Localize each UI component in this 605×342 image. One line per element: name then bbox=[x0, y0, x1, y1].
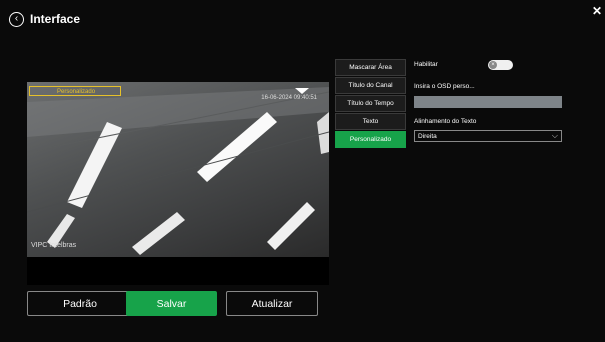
close-icon[interactable]: ✕ bbox=[592, 4, 602, 18]
refresh-button[interactable]: Atualizar bbox=[226, 291, 318, 316]
osd-timestamp[interactable]: 16-06-2024 09:40:51 bbox=[261, 95, 317, 101]
video-preview: Personalizado 16-06-2024 09:40:51 VIPC I… bbox=[27, 82, 329, 285]
tab-custom[interactable]: Personalizado bbox=[335, 131, 406, 148]
chevron-down-icon: ⌵ bbox=[551, 131, 558, 140]
osd-text-input[interactable] bbox=[414, 96, 562, 108]
page-title: Interface bbox=[30, 12, 81, 26]
tab-mask-area[interactable]: Mascarar Área bbox=[335, 59, 406, 76]
text-alignment-value: Direita bbox=[418, 132, 437, 140]
overlay-tabs: Mascarar Área Título do Canal Título do … bbox=[335, 59, 406, 149]
tab-text[interactable]: Texto bbox=[335, 113, 406, 130]
tab-time-title[interactable]: Título do Tempo bbox=[335, 95, 406, 112]
default-button[interactable]: Padrão bbox=[27, 291, 133, 316]
camera-image: Personalizado 16-06-2024 09:40:51 VIPC I… bbox=[27, 82, 329, 257]
osd-channel-name[interactable]: VIPC Intelbras bbox=[31, 242, 76, 249]
save-button[interactable]: Salvar bbox=[126, 291, 217, 316]
text-alignment-label: Alinhamento do Texto bbox=[414, 118, 477, 125]
tab-channel-title[interactable]: Título do Canal bbox=[335, 77, 406, 94]
ceiling-lights-graphic bbox=[27, 87, 329, 255]
osd-text-label: Insira o OSD perso... bbox=[414, 83, 475, 90]
interface-panel: ‹ Interface ✕ Personalizado 16-06-2024 0… bbox=[0, 0, 605, 342]
enable-toggle[interactable]: × bbox=[488, 60, 513, 70]
custom-osd-box[interactable]: Personalizado bbox=[29, 86, 121, 96]
header: ‹ Interface bbox=[9, 9, 80, 29]
enable-label: Habilitar bbox=[414, 61, 438, 68]
back-icon[interactable]: ‹ bbox=[9, 11, 24, 27]
text-alignment-select[interactable]: Direita ⌵ bbox=[414, 130, 562, 142]
toggle-off-icon: × bbox=[489, 61, 497, 69]
